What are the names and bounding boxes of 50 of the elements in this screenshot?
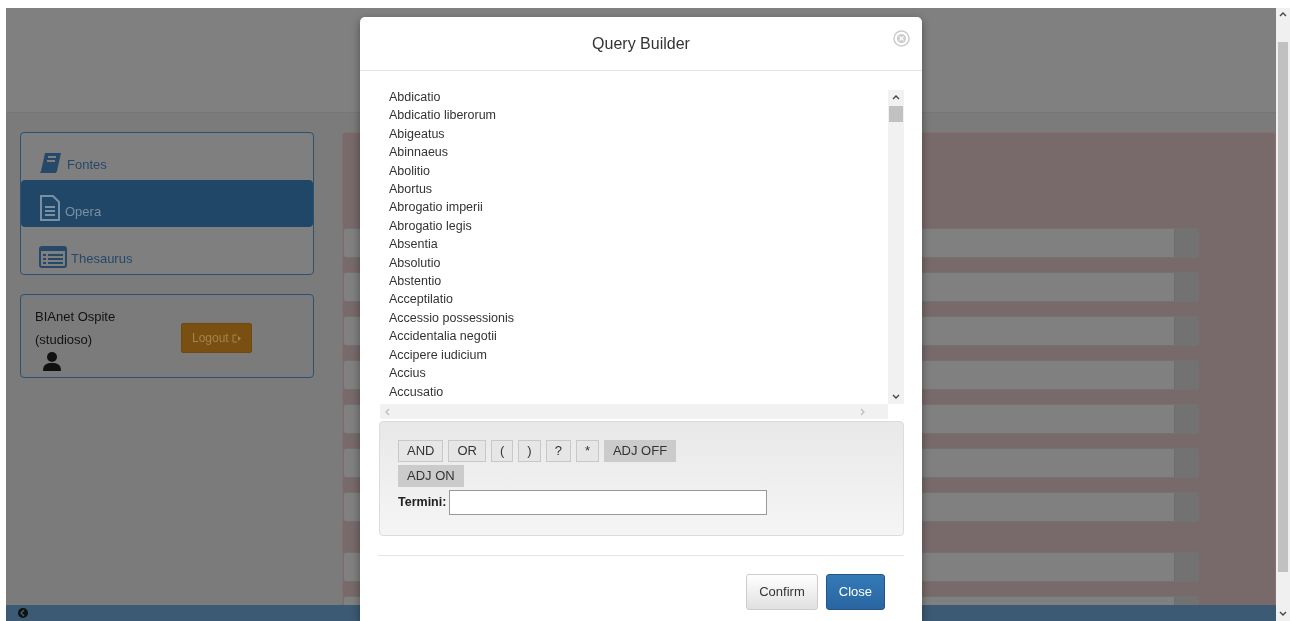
scroll-left-icon [384, 408, 390, 416]
list-item[interactable]: Abdicatio liberorum [389, 108, 496, 123]
operator-button[interactable]: * [575, 440, 599, 462]
scroll-thumb[interactable] [1278, 42, 1288, 572]
scroll-down-icon [1279, 611, 1287, 617]
scrollbar[interactable] [888, 90, 904, 404]
list-item[interactable]: Abrogatio legis [389, 218, 472, 233]
scroll-down-icon [892, 394, 900, 400]
field-label: Termini: [398, 494, 447, 512]
list-icon [39, 246, 67, 268]
user-icon [42, 351, 62, 371]
modal-title: Query Builder [592, 33, 690, 54]
toggle-button[interactable]: ADJ ON [398, 465, 464, 487]
list-item[interactable]: Accius [389, 366, 426, 381]
arrow-icon [18, 608, 28, 618]
list-item[interactable]: Absentia [389, 237, 438, 252]
confirm-button[interactable]: Confirm [746, 574, 818, 610]
user-role: (studioso) [35, 330, 93, 349]
logout-icon [232, 331, 242, 345]
list-item[interactable]: Abolitio [389, 163, 430, 178]
operator-button[interactable]: AND [398, 440, 444, 462]
operator-button[interactable]: ( [490, 440, 514, 462]
scroll-right-icon [860, 408, 866, 416]
scroll-up-icon [1279, 11, 1287, 17]
operator-button[interactable]: OR [448, 440, 486, 462]
toggle-button[interactable]: ADJ OFF [603, 440, 677, 462]
scrollbar[interactable] [380, 404, 888, 419]
list-item[interactable]: Absolutio [389, 255, 441, 270]
input-field[interactable] [449, 490, 768, 515]
list-item[interactable]: Abinnaeus [389, 145, 449, 160]
close-button[interactable]: Close [825, 574, 885, 610]
scrollbar[interactable] [1276, 8, 1290, 621]
scroll-thumb[interactable] [889, 106, 903, 122]
scroll-up-icon [892, 94, 900, 100]
document-icon [39, 195, 61, 221]
list-item[interactable]: Acceptilatio [389, 292, 453, 307]
book-icon [39, 152, 63, 174]
list-item[interactable]: Accipere iudicium [389, 347, 487, 362]
list-item[interactable]: Abortus [389, 182, 433, 197]
list-item[interactable]: Accusatio [389, 384, 444, 399]
list-item[interactable]: Abstentio [389, 274, 442, 289]
list-item[interactable]: Abigeatus [389, 126, 445, 141]
user-name: BIAnet Ospite [35, 308, 116, 326]
list-item[interactable]: Accessio possessionis [389, 310, 515, 325]
list-item[interactable]: Accidentalia negotii [389, 329, 497, 344]
operator-button[interactable]: ) [518, 440, 541, 462]
list-item[interactable]: Abrogatio imperii [389, 200, 483, 215]
list-item[interactable]: Abdicatio [389, 90, 441, 104]
operator-button[interactable]: ? [545, 440, 571, 462]
close-icon[interactable] [893, 30, 910, 47]
